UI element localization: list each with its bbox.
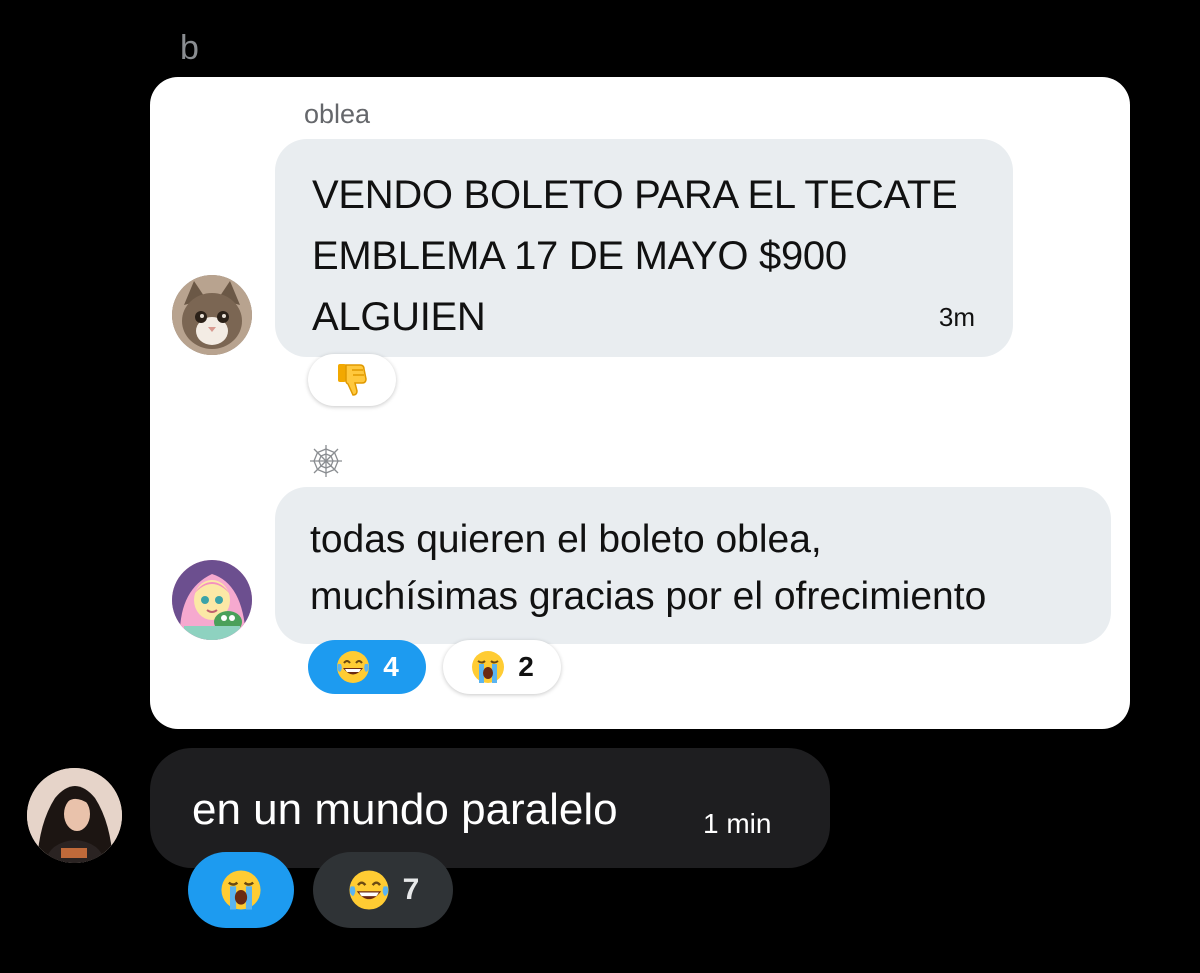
quoted-conversation-card[interactable]: oblea VENDO BOLETO PARA EL TECATE EMBLEM… [150, 77, 1130, 729]
crying-face-icon [219, 868, 263, 912]
quoted-sender-name: oblea [304, 99, 371, 129]
reaction-laughing[interactable]: 7 [313, 852, 453, 928]
reaction-crying[interactable]: 2 [443, 640, 561, 694]
laughing-tears-icon [335, 649, 371, 685]
message-bubble[interactable]: VENDO BOLETO PARA EL TECATE EMBLEMA 17 D… [275, 139, 1013, 357]
reaction-crying-selected[interactable] [188, 852, 294, 928]
reaction-count: 2 [518, 651, 534, 682]
avatar-user[interactable] [27, 768, 122, 863]
sender-label: b [180, 29, 199, 67]
reaction-count: 4 [383, 651, 399, 682]
crying-face-icon [470, 649, 506, 685]
reaction-count: 7 [402, 873, 420, 906]
reply-text: en un mundo paralelo [192, 785, 618, 834]
message-text: VENDO BOLETO PARA EL TECATE EMBLEMA 17 D… [312, 173, 958, 339]
spiderweb-icon [309, 444, 343, 478]
message-text: todas quieren el boleto oblea, muchísima… [310, 518, 987, 618]
avatar-cartoon[interactable] [172, 560, 252, 640]
reply-bubble[interactable]: en un mundo paralelo 1 min [150, 748, 830, 868]
message-time: 3m [938, 302, 975, 332]
reaction-laughing-selected[interactable]: 4 [308, 640, 426, 694]
thumbs-down-icon [336, 362, 368, 398]
laughing-tears-icon [347, 868, 391, 912]
reaction-thumbs-down[interactable] [308, 354, 396, 406]
avatar-cat[interactable] [172, 275, 252, 355]
reply-time: 1 min [703, 808, 772, 839]
message-bubble[interactable]: todas quieren el boleto oblea, muchísima… [275, 487, 1111, 644]
